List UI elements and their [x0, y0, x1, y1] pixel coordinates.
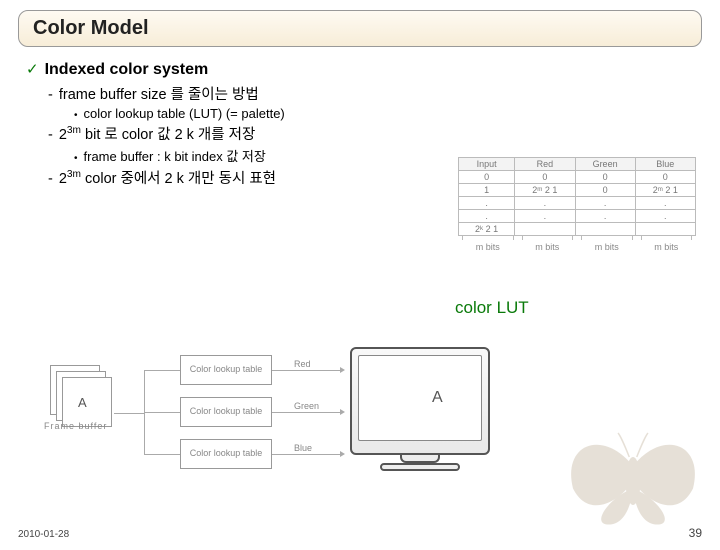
lut-td — [515, 223, 575, 236]
lut-td: 0 — [635, 171, 695, 184]
lut-td: 2ᵐ 2 1 — [515, 184, 575, 197]
lut-box-red: Color lookup table — [180, 355, 272, 385]
lut-td: 1 — [459, 184, 515, 197]
lut-td — [635, 223, 695, 236]
lut-bits-label: m bits — [518, 236, 578, 252]
arrow-icon — [340, 409, 345, 415]
dash-icon: - — [48, 127, 53, 143]
bullet-level2: - frame buffer size 를 줄이는 방법 — [48, 83, 694, 104]
lut-td: . — [635, 210, 695, 223]
lut-bits-label: m bits — [577, 236, 637, 252]
wire — [144, 370, 180, 371]
lut-th: Red — [515, 158, 575, 171]
bullet-level2: - 23m bit 로 color 값 2 k 개를 저장 — [48, 123, 694, 144]
bullet-l2b-text: 23m bit 로 color 값 2 k 개를 저장 — [59, 123, 255, 144]
lut-table: Input Red Green Blue 0 0 0 0 1 2ᵐ 2 1 0 … — [458, 157, 696, 236]
bullet-l3b-text: frame buffer : k bit index 값 저장 — [84, 146, 266, 165]
footer-date: 2010-01-28 — [18, 529, 69, 540]
frame-buffer-plane — [62, 377, 112, 427]
slide-title: Color Model — [33, 17, 687, 40]
arrow-icon — [340, 451, 345, 457]
wire — [272, 412, 340, 413]
channel-label-red: Red — [294, 359, 311, 369]
slide-title-bar: Color Model — [18, 10, 702, 47]
wire — [144, 412, 180, 413]
lut-td: . — [575, 197, 635, 210]
lut-td: 0 — [575, 184, 635, 197]
lut-th: Green — [575, 158, 635, 171]
dash-icon: - — [48, 171, 53, 187]
wire — [114, 413, 144, 414]
lut-caption: color LUT — [455, 298, 529, 318]
footer-page-number: 39 — [689, 526, 702, 540]
lut-td: 2ᵐ 2 1 — [635, 184, 695, 197]
frame-buffer-label: Frame buffer — [44, 421, 107, 431]
moth-watermark-icon — [558, 421, 708, 526]
frame-buffer-glyph: A — [78, 395, 87, 410]
wire — [272, 370, 340, 371]
lut-bits-label: m bits — [637, 236, 697, 252]
bullet-l2c-text: 23m color 중에서 2 k 개만 동시 표현 — [59, 167, 276, 188]
lut-td: 0 — [459, 171, 515, 184]
monitor-glyph: A — [432, 389, 443, 407]
lut-td: . — [459, 197, 515, 210]
lut-td: 0 — [575, 171, 635, 184]
bullet-l1-text: Indexed color system — [45, 61, 209, 79]
lut-td: . — [515, 210, 575, 223]
lut-bits-row: m bits m bits m bits m bits — [458, 236, 696, 252]
pipeline-figure: A Frame buffer Color lookup table Color … — [50, 345, 530, 495]
lut-box-green: Color lookup table — [180, 397, 272, 427]
lut-td: 2ᵏ 2 1 — [459, 223, 515, 236]
bullet-level3: • color lookup table (LUT) (= palette) — [74, 106, 694, 121]
wire — [144, 454, 180, 455]
arrow-icon — [340, 367, 345, 373]
channel-label-green: Green — [294, 401, 319, 411]
lut-td: 0 — [515, 171, 575, 184]
bullet-l2a-text: frame buffer size 를 줄이는 방법 — [59, 83, 259, 104]
lut-td: . — [515, 197, 575, 210]
lut-td: . — [635, 197, 695, 210]
dash-icon: - — [48, 87, 53, 103]
dot-icon: • — [74, 154, 78, 164]
lut-td — [575, 223, 635, 236]
bullet-level1: ✓ Indexed color system — [26, 61, 694, 79]
lut-th: Input — [459, 158, 515, 171]
lut-td: . — [459, 210, 515, 223]
monitor-icon: A — [350, 347, 500, 477]
lut-bits-label: m bits — [458, 236, 518, 252]
lut-table-figure: Input Red Green Blue 0 0 0 0 1 2ᵐ 2 1 0 … — [458, 157, 696, 252]
lut-box-blue: Color lookup table — [180, 439, 272, 469]
lut-th: Blue — [635, 158, 695, 171]
dot-icon: • — [74, 111, 78, 121]
channel-label-blue: Blue — [294, 443, 312, 453]
check-icon: ✓ — [26, 62, 39, 77]
bullet-l3a-text: color lookup table (LUT) (= palette) — [84, 106, 285, 121]
lut-td: . — [575, 210, 635, 223]
wire — [272, 454, 340, 455]
